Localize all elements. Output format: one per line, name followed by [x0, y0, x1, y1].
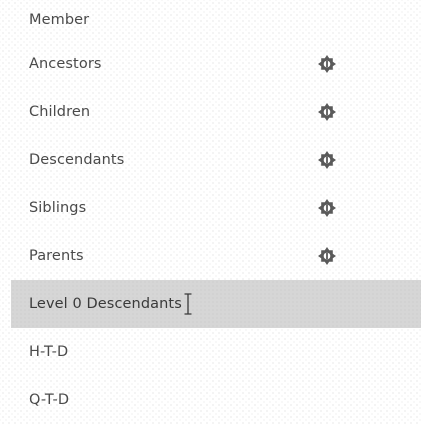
list-item-level-0-descendants[interactable]: Level 0 Descendants [11, 280, 421, 328]
member-selection-icon[interactable] [316, 197, 338, 219]
list-item-label: Children [29, 104, 91, 120]
list-header-label: Member [29, 12, 90, 28]
list-header-member: Member [11, 0, 421, 40]
member-selection-icon[interactable] [316, 245, 338, 267]
list-item-qtd[interactable]: Q-T-D [11, 376, 421, 424]
list-item-siblings[interactable]: Siblings [11, 184, 421, 232]
list-item-label: H-T-D [29, 344, 69, 360]
list-item-descendants[interactable]: Descendants [11, 136, 421, 184]
list-item-htd[interactable]: H-T-D [11, 328, 421, 376]
list-item-children[interactable]: Children [11, 88, 421, 136]
list-item-label: Ancestors [29, 56, 102, 72]
member-selection-icon[interactable] [316, 53, 338, 75]
member-selection-icon[interactable] [316, 101, 338, 123]
list-item-label: Parents [29, 248, 84, 264]
text-cursor-icon [184, 293, 192, 315]
list-item-ancestors[interactable]: Ancestors [11, 40, 421, 88]
list-item-label: Siblings [29, 200, 87, 216]
list-item-label: Level 0 Descendants [29, 296, 182, 312]
list-item-label: Q-T-D [29, 392, 70, 408]
member-function-list: Member Ancestors Children Descendants Si… [11, 0, 421, 424]
list-item-parents[interactable]: Parents [11, 232, 421, 280]
member-selection-icon[interactable] [316, 149, 338, 171]
list-item-label: Descendants [29, 152, 125, 168]
